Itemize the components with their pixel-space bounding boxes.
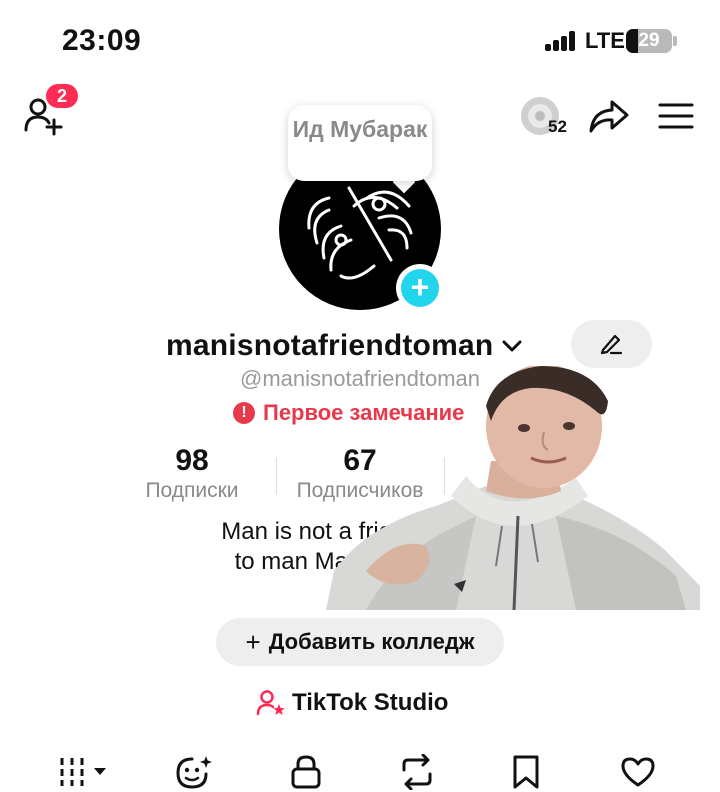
videos-grid-icon[interactable]	[58, 756, 110, 788]
battery-level: 29	[638, 30, 660, 51]
studio-person-star-icon	[256, 690, 285, 716]
person-sticker-image	[326, 366, 700, 610]
favorites-bookmark-icon[interactable]	[512, 754, 540, 790]
private-lock-icon[interactable]	[290, 754, 322, 790]
edit-profile-button[interactable]	[571, 320, 652, 368]
status-bar: 23:09 LTE 29	[0, 0, 720, 80]
plus-icon: +	[245, 626, 261, 657]
plus-icon: +	[401, 269, 439, 307]
battery-tip	[673, 36, 677, 46]
following-stat[interactable]: 98 Подписки	[128, 444, 256, 503]
friend-requests-badge: 2	[46, 84, 78, 108]
signal-icon	[545, 31, 577, 51]
following-count: 98	[175, 444, 209, 477]
username-row[interactable]: manisnotafriendtoman	[166, 326, 523, 366]
warning-icon: !	[233, 402, 255, 424]
add-college-label: Добавить колледж	[268, 629, 475, 654]
add-college-button[interactable]: + Добавить колледж	[216, 618, 504, 666]
display-name: manisnotafriendtoman	[166, 329, 494, 362]
tiktok-studio-link[interactable]: TikTok Studio	[256, 686, 448, 720]
ai-self-icon[interactable]	[174, 754, 214, 790]
add-avatar-button[interactable]: +	[396, 264, 444, 312]
profile-tabs	[0, 750, 720, 792]
menu-icon[interactable]	[658, 102, 694, 130]
repost-icon[interactable]	[398, 754, 436, 790]
battery-icon: 29	[626, 29, 672, 53]
chevron-down-icon[interactable]	[501, 339, 523, 353]
network-type: LTE	[585, 28, 625, 53]
pencil-icon	[600, 334, 623, 355]
following-label: Подписки	[145, 479, 239, 502]
liked-heart-icon[interactable]	[620, 756, 656, 788]
studio-label: TikTok Studio	[292, 689, 449, 716]
status-time: 23:09	[62, 24, 142, 57]
coins-count: 52	[548, 117, 567, 136]
share-icon[interactable]	[588, 98, 630, 134]
profile-note[interactable]: Ид Мубарак	[288, 105, 432, 181]
